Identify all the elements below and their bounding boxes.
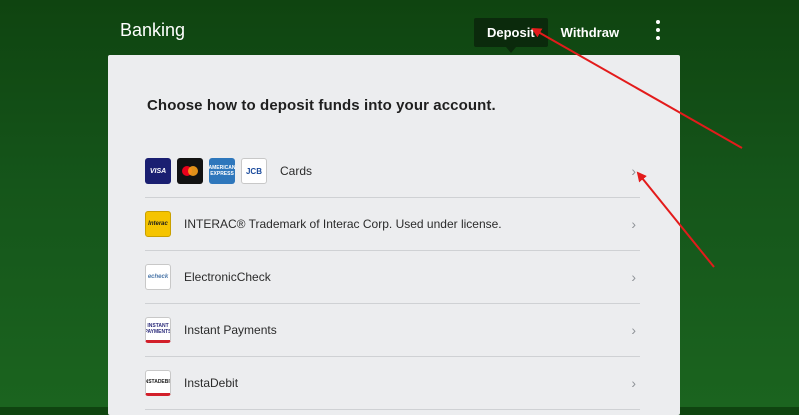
page-title: Banking [120,20,186,40]
top-bar: Banking Deposit Withdraw [0,0,799,60]
visa-logo: VISA [145,158,171,184]
payment-method-instant-payments[interactable]: INSTANT PAYMENTS Instant Payments › [145,304,640,357]
chevron-right-icon: › [631,375,636,391]
deposit-panel: Choose how to deposit funds into your ac… [108,55,680,415]
card-logos: VISA AMERICAN EXPRESS JCB [145,158,267,184]
menu-dot [656,36,660,40]
payment-method-label: ElectronicCheck [184,270,271,284]
instant-payments-logo: INSTANT PAYMENTS [145,317,171,343]
echeck-logo: echeck [145,264,171,290]
payment-method-cards[interactable]: VISA AMERICAN EXPRESS JCB Cards › [145,145,640,198]
payment-method-instadebit[interactable]: INSTADEBIT InstaDebit › [145,357,640,410]
menu-dot [656,28,660,32]
tab-deposit[interactable]: Deposit [474,18,548,53]
chevron-right-icon: › [631,269,636,285]
tab-bar: Deposit Withdraw [474,18,632,53]
payment-method-label: Cards [280,164,313,178]
instadebit-logo: INSTADEBIT [145,370,171,396]
chevron-right-icon: › [631,322,636,338]
interac-logo: Interac [145,211,171,237]
amex-logo: AMERICAN EXPRESS [209,158,235,184]
payment-method-interac[interactable]: Interac INTERAC® Trademark of Interac Co… [145,198,640,251]
panel-heading: Choose how to deposit funds into your ac… [147,97,496,114]
more-vertical-icon[interactable] [650,20,666,40]
tab-withdraw[interactable]: Withdraw [548,18,632,47]
jcb-logo: JCB [241,158,267,184]
chevron-right-icon: › [631,163,636,179]
chevron-right-icon: › [631,216,636,232]
mastercard-logo [177,158,203,184]
payment-method-list: VISA AMERICAN EXPRESS JCB Cards › Intera… [145,145,640,410]
menu-dot [656,20,660,24]
payment-method-label: InstaDebit [184,376,239,390]
payment-method-electronic-check[interactable]: echeck ElectronicCheck › [145,251,640,304]
payment-method-label: Instant Payments [184,323,277,337]
payment-method-label: INTERAC® Trademark of Interac Corp. Used… [184,217,502,231]
mastercard-orange-circle [188,166,198,176]
